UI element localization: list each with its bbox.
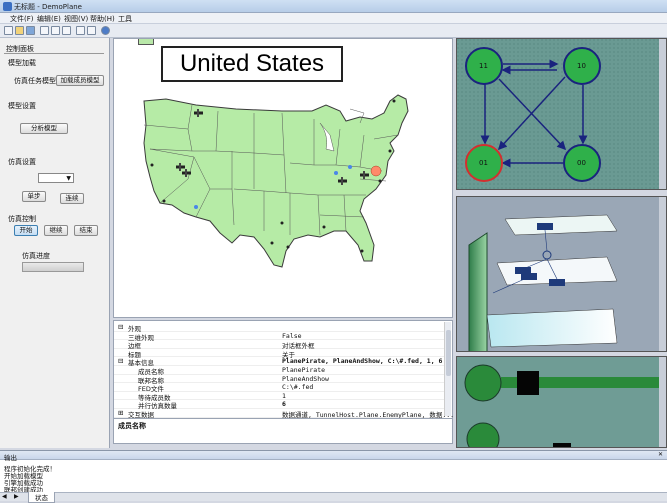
description-divider xyxy=(114,418,452,419)
map-layer-view[interactable] xyxy=(456,356,667,448)
property-scrollbar[interactable] xyxy=(444,322,451,416)
continuous-button[interactable]: 连续 xyxy=(60,193,84,204)
paste-icon[interactable] xyxy=(62,26,71,35)
save-icon[interactable] xyxy=(26,26,35,35)
node-label: 10 xyxy=(577,62,586,70)
blue-dot-3 xyxy=(348,165,352,169)
menu-file[interactable]: 文件(F) xyxy=(10,14,34,24)
sim-mode-select[interactable]: ▼ xyxy=(38,173,74,183)
open-folder-icon[interactable] xyxy=(15,26,24,35)
state-graph-svg xyxy=(457,39,666,189)
sim-control-label: 仿真控制 xyxy=(8,215,36,223)
node-block xyxy=(549,279,565,286)
side-wall xyxy=(468,232,488,351)
output-header: 输出 ✕ xyxy=(0,451,667,462)
model-load-label: 模型加载 xyxy=(8,59,36,67)
title-bar: 无标题 - DemoPlane xyxy=(0,0,667,13)
load-member-model-button[interactable]: 加载成员模型 xyxy=(56,75,104,86)
end-button[interactable]: 结束 xyxy=(74,225,98,236)
property-row[interactable]: ⊟ 外观 xyxy=(114,323,444,333)
us-map-svg xyxy=(143,94,409,268)
node-label: 00 xyxy=(577,159,586,167)
preview-icon[interactable] xyxy=(87,26,96,35)
menu-view[interactable]: 视图(V) xyxy=(64,14,88,24)
app-icon xyxy=(3,2,12,11)
cut-icon[interactable] xyxy=(40,26,49,35)
window-title: 无标题 - DemoPlane xyxy=(14,3,82,11)
menu-edit[interactable]: 编辑(E) xyxy=(37,14,61,24)
node-block xyxy=(521,273,537,280)
state-graph-scrollbar xyxy=(659,39,666,189)
menu-bar: 文件(F) 编辑(E) 视图(V) 帮助(H) 工具 xyxy=(0,13,667,24)
blue-dot-1 xyxy=(194,205,198,209)
node-ring xyxy=(542,250,552,260)
new-file-icon[interactable] xyxy=(4,26,13,35)
analyze-model-button[interactable]: 分析模型 xyxy=(20,123,68,134)
us-landmass xyxy=(143,94,409,268)
property-row[interactable]: 联邦名称 PlaneAndShow xyxy=(114,375,444,385)
layer-3d-view[interactable] xyxy=(456,196,667,352)
copy-icon[interactable] xyxy=(51,26,60,35)
continue-button[interactable]: 继续 xyxy=(44,225,68,236)
step-button[interactable]: 单步 xyxy=(22,191,46,202)
chevron-down-icon: ▼ xyxy=(66,175,71,182)
property-grid: ⊟ 外观 三维外观 False 边框 对话框外框 标题 关于 ⊟ 基本信息 PlanePir… xyxy=(113,320,454,444)
sim-settings-label: 仿真设置 xyxy=(8,158,36,166)
description-title: 成员名称 xyxy=(118,422,146,430)
tab-status[interactable]: 状态 xyxy=(28,492,55,503)
help-icon[interactable] xyxy=(101,26,110,35)
control-panel: 控制面板 模型加载 仿真任务模型 加载成员模型 模型设置 分析模型 仿真设置 ▼… xyxy=(0,38,110,448)
toolbar xyxy=(0,24,667,38)
property-row[interactable]: FED文件 C:\#.fed xyxy=(114,383,444,393)
property-row[interactable]: ⊟ 基本信息 PlanePirate, PlaneAndShow, C:\#.fed… xyxy=(114,357,444,367)
node-block xyxy=(537,223,553,230)
map-view[interactable]: United States xyxy=(113,38,453,318)
tab-next-icon[interactable]: ▶ xyxy=(14,493,19,500)
model-settings-label: 模型设置 xyxy=(8,102,36,110)
output-title: 输出 xyxy=(4,454,17,462)
close-icon[interactable]: ✕ xyxy=(658,451,663,458)
node-label: 11 xyxy=(479,62,488,70)
node-block xyxy=(515,267,531,274)
target-block xyxy=(517,371,539,395)
print-icon[interactable] xyxy=(76,26,85,35)
sim-progress-bar xyxy=(22,262,84,272)
layer-bottom xyxy=(486,308,618,348)
unit-circle xyxy=(466,422,500,447)
map-layer-scrollbar xyxy=(659,357,666,447)
output-pane: 输出 ✕ 程序初始化完成！ 开始加载模型 引擎加载成功 联邦创建成功 ◀ ▶ 状… xyxy=(0,450,667,503)
layer-3d-svg xyxy=(468,197,666,351)
start-button[interactable]: 开始 xyxy=(14,225,38,236)
target-block xyxy=(553,443,571,447)
tab-prev-icon[interactable]: ◀ xyxy=(2,493,7,500)
property-row[interactable]: 并行仿真数量 6 xyxy=(114,400,444,410)
property-rows: ⊟ 外观 三维外观 False 边框 对话框外框 标题 关于 ⊟ 基本信息 PlanePir… xyxy=(114,321,454,419)
property-row[interactable]: ⊞ 交互数据 数据通道, TunnelHost.Plane.EnemyPlane, … xyxy=(114,409,454,419)
scrollbar-thumb[interactable] xyxy=(446,330,451,376)
unit-circle xyxy=(464,364,502,402)
property-row[interactable]: 成员名称 PlanePirate xyxy=(114,366,444,376)
property-row[interactable]: 三维外观 False xyxy=(114,332,444,342)
property-row[interactable]: 边框 对话框外框 xyxy=(114,340,444,350)
capital-marker xyxy=(370,165,382,177)
state-graph-view[interactable]: 11 10 01 00 xyxy=(456,38,667,190)
map-layer-svg xyxy=(464,357,666,447)
blue-dot-2 xyxy=(334,171,338,175)
layer-top xyxy=(504,214,618,236)
progress-label: 仿真进度 xyxy=(22,252,50,260)
sim-task-model-label: 仿真任务模型 xyxy=(14,77,56,85)
property-row[interactable]: 标题 关于 xyxy=(114,349,444,359)
property-row[interactable]: 等待成员数 1 xyxy=(114,392,444,402)
panel-divider xyxy=(4,53,104,54)
menu-tools[interactable]: 工具 xyxy=(118,14,132,24)
layer-scrollbar xyxy=(659,197,666,351)
menu-help[interactable]: 帮助(H) xyxy=(90,14,115,24)
node-label: 01 xyxy=(479,159,488,167)
